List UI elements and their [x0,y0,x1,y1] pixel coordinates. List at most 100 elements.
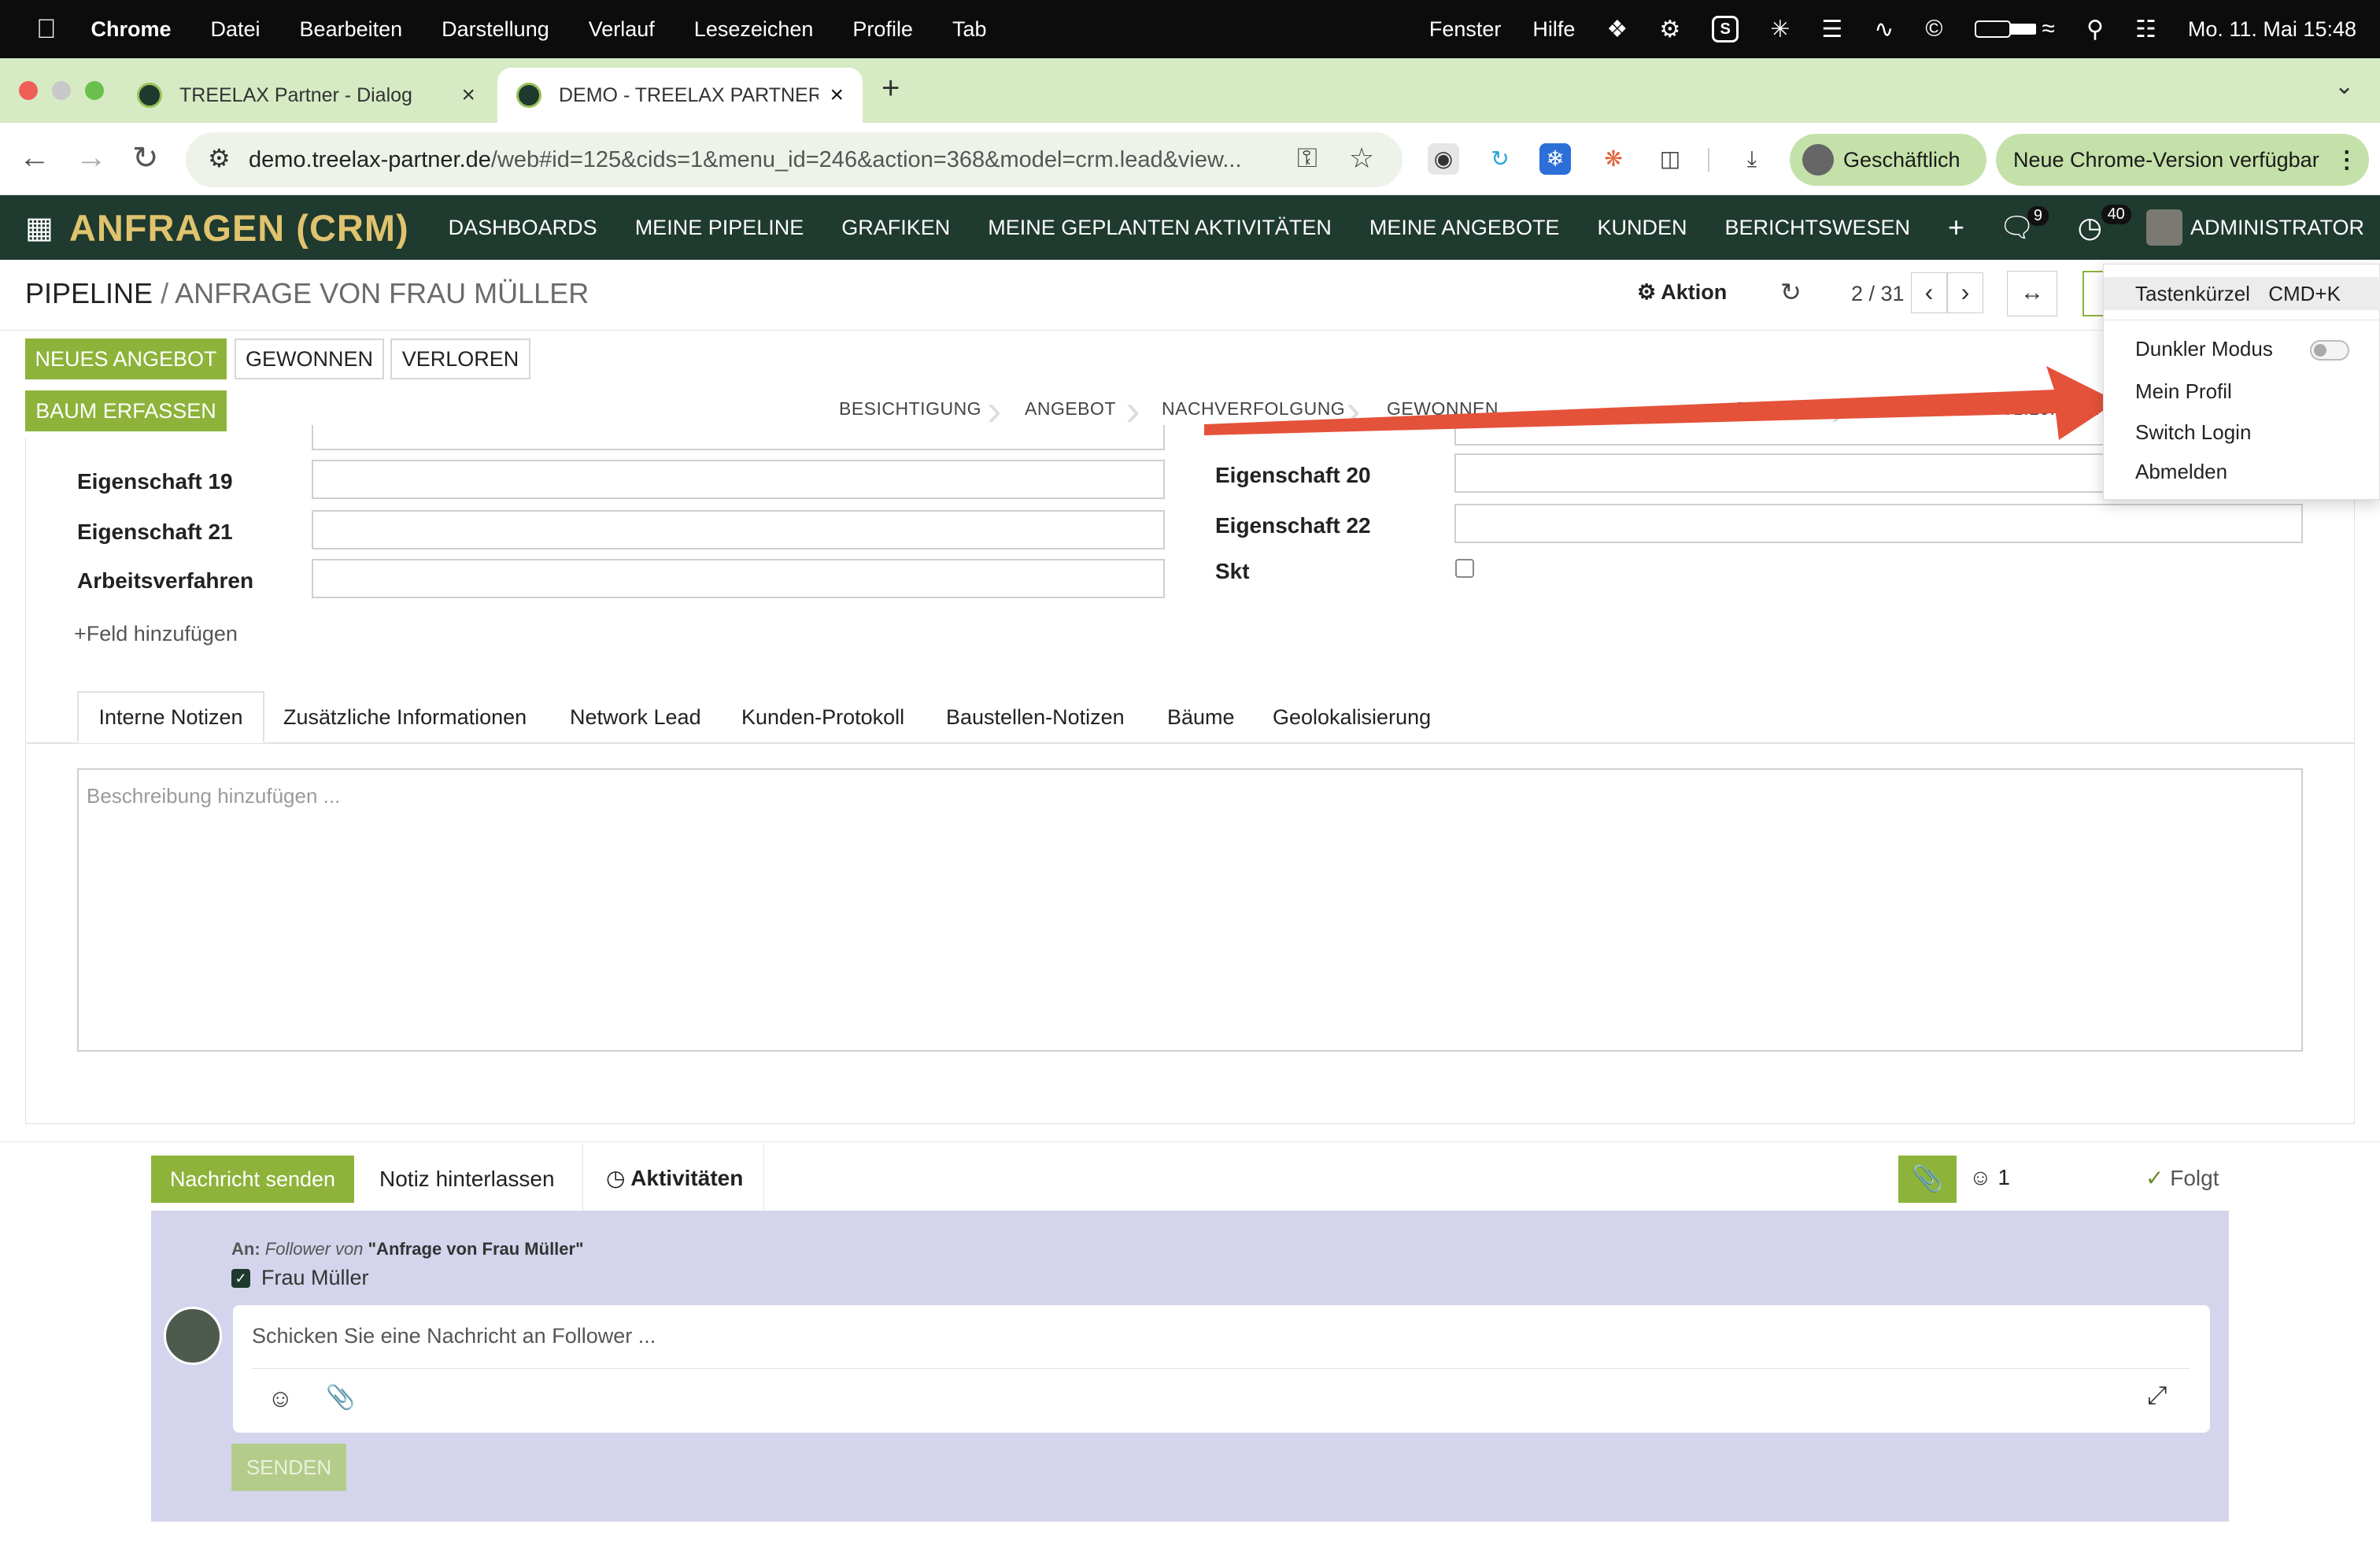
add-tree-button[interactable]: BAUM ERFASSEN [25,390,227,431]
reload-icon[interactable]: ↻ [132,140,159,176]
menubar-item[interactable]: Hilfe [1532,17,1575,42]
menubar-item[interactable]: Bearbeiten [300,17,403,42]
new-offer-button[interactable]: NEUES ANGEBOT [25,338,227,379]
battery-icon[interactable] [1974,20,2036,38]
menubar-item[interactable]: Darstellung [442,17,549,42]
forward-icon[interactable]: → [76,140,107,176]
tab-search-icon[interactable]: ⌄ [2334,72,2354,100]
follow-button[interactable]: ✓ Folgt [2145,1165,2219,1191]
switch-login-menu-item[interactable]: Switch Login [2135,420,2251,445]
download-icon[interactable]: ⤓ [1736,143,1768,175]
shortcuts-menu-item[interactable]: Tastenkürzel CMD+K [2104,277,2380,310]
stage-angebot[interactable]: ANGEBOT [1025,398,1116,420]
dropbox-icon[interactable]: ❖ [1606,16,1628,43]
my-profile-menu-item[interactable]: Mein Profil [2135,379,2232,404]
more-vertical-icon[interactable]: ⋮ [2335,146,2359,174]
tab-kunden-protokoll[interactable]: Kunden-Protokoll [741,691,904,743]
address-bar[interactable]: ⚙ demo.treelax-partner.de/web#id=125&cid… [186,132,1402,187]
attachment-button[interactable]: 📎 [1898,1156,1957,1203]
breadcrumb-root[interactable]: PIPELINE [25,277,153,309]
flash-icon[interactable]: ∿ [1874,16,1894,43]
spotlight-icon[interactable]: ⚲ [2086,16,2104,43]
composer-input[interactable]: Schicken Sie eine Nachricht an Follower … [252,1324,656,1348]
add-field-link[interactable]: +Feld hinzufügen [74,622,238,646]
menubar-item[interactable]: Lesezeichen [694,17,814,42]
menubar-clock[interactable]: Mo. 11. Mai 15:48 [2188,17,2356,42]
stage-besichtigung[interactable]: BESICHTIGUNG [839,398,981,420]
sync-extension-icon[interactable]: ↻ [1484,143,1516,175]
arbeitsverfahren-input[interactable] [312,559,1165,598]
description-editor[interactable]: Beschreibung hinzufügen ... [77,768,2303,1052]
asterisk-icon[interactable]: ✳ [1770,16,1790,43]
browser-tab-active[interactable]: DEMO - TREELAX PARTNER - × [497,68,863,123]
menubar-app-name[interactable]: Chrome [91,17,172,42]
tab-baeume[interactable]: Bäume [1167,691,1235,743]
profile-button[interactable]: Geschäftlich [1790,134,1986,186]
apple-icon[interactable]:  [36,14,57,45]
won-button[interactable]: GEWONNEN [235,338,384,379]
nav-menu-dashboards[interactable]: DASHBOARDS [449,216,597,240]
activities-clock-icon[interactable]: ◷ 40 [2078,205,2131,244]
tab-geolokalisierung[interactable]: Geolokalisierung [1273,691,1431,743]
bookmark-star-icon[interactable]: ☆ [1349,142,1374,175]
tab-network-lead[interactable]: Network Lead [570,691,701,743]
onepassword-extension-icon[interactable]: ◉ [1428,143,1459,175]
menubar-item[interactable]: Profile [852,17,913,42]
tab-interne-notizen[interactable]: Interne Notizen [77,691,264,743]
send-message-button[interactable]: Nachricht senden [151,1156,354,1203]
close-icon[interactable]: × [461,82,475,109]
nav-menu-customers[interactable]: KUNDEN [1597,216,1687,240]
user-avatar[interactable] [2145,209,2182,246]
log-note-button[interactable]: Notiz hinterlassen [379,1167,555,1192]
field-partially-hidden[interactable] [312,425,1165,450]
action-button[interactable]: ⚙ Aktion [1637,280,1727,305]
dark-mode-menu-item[interactable]: Dunkler Modus [2135,337,2273,361]
logout-menu-item[interactable]: Abmelden [2135,460,2227,484]
expand-width-icon[interactable]: ↔ [2007,271,2057,316]
app-brand[interactable]: ANFRAGEN (CRM) [69,206,409,250]
site-settings-icon[interactable]: ⚙ [208,143,231,173]
paperclip-icon[interactable]: 📎 [326,1384,355,1411]
nav-menu-grafiken[interactable]: GRAFIKEN [841,216,950,240]
onepassword-icon[interactable]: ⚙ [1659,16,1680,43]
fullscreen-icon[interactable]: ⤢ [2147,1381,2168,1411]
window-close-button[interactable] [19,81,38,100]
menubar-item[interactable]: Verlauf [589,17,655,42]
user-menu[interactable]: ADMINISTRATOR [2190,216,2364,240]
app-grid-icon[interactable]: ▦ [25,210,54,246]
pager-previous-button[interactable]: ‹ [1911,272,1947,313]
control-center-icon[interactable]: ☷ [2135,16,2156,43]
new-tab-button[interactable]: + [881,71,900,106]
refresh-icon[interactable]: ↻ [1780,277,1802,307]
add-menu-icon[interactable]: + [1948,211,1964,244]
window-minimize-button[interactable] [52,81,71,100]
nav-menu-activities[interactable]: MEINE GEPLANTEN AKTIVITÄTEN [988,216,1332,240]
eigenschaft-22-input[interactable] [1454,504,2303,543]
close-icon[interactable]: × [830,82,844,109]
nav-menu-offers[interactable]: MEINE ANGEBOTE [1369,216,1560,240]
snowflake-extension-icon[interactable]: ❄ [1539,143,1571,175]
emoji-icon[interactable]: ☺ [268,1384,294,1413]
recipient-checkbox[interactable]: ✓ [231,1269,250,1288]
nav-menu-reporting[interactable]: BERICHTSWESEN [1724,216,1910,240]
back-icon[interactable]: ← [19,140,50,176]
menubar-item[interactable]: Fenster [1429,17,1502,42]
copyright-icon[interactable]: © [1925,16,1942,43]
dark-mode-toggle[interactable] [2310,340,2349,361]
messages-icon[interactable]: 🗨 9 [1999,206,2049,244]
followers-button[interactable]: ☺ 1 [1969,1165,2010,1190]
activities-button[interactable]: ◷ Aktivitäten [606,1165,743,1191]
tab-baustellen-notizen[interactable]: Baustellen-Notizen [946,691,1125,743]
menubar-item[interactable]: Tab [952,17,987,42]
pager-value[interactable]: 2 / 31 [1851,282,1905,306]
pager-next-button[interactable]: › [1947,272,1983,313]
claude-extension-icon[interactable]: ❋ [1598,143,1629,175]
extensions-puzzle-icon[interactable]: ◫ [1654,143,1686,175]
stack-icon[interactable]: ☰ [1821,16,1842,43]
send-button[interactable]: SENDEN [231,1444,346,1491]
menubar-item[interactable]: Datei [211,17,261,42]
window-zoom-button[interactable] [85,81,104,100]
skype-icon[interactable]: S [1712,16,1739,43]
lost-button[interactable]: VERLOREN [390,338,530,379]
browser-tab[interactable]: TREELAX Partner - Dialog × [118,68,494,123]
